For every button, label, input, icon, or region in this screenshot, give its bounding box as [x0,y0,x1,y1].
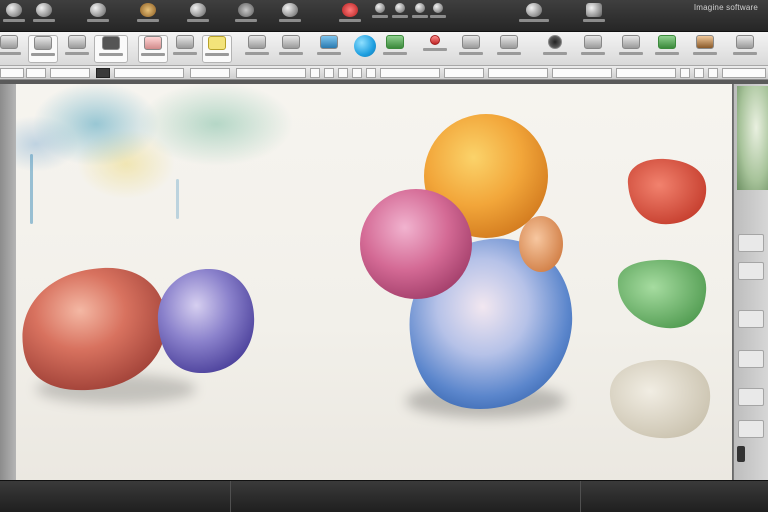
layer-item[interactable] [738,234,764,252]
layer-item[interactable] [738,310,764,328]
format-toggle-2[interactable] [324,68,334,78]
color-picker-icon[interactable] [350,35,380,63]
layer-item[interactable] [738,420,764,438]
watercolor-wash [16,84,316,244]
status-separator [230,481,231,512]
ribbon-tool-8-icon[interactable] [242,35,272,63]
layer-thumbnail[interactable] [737,86,768,190]
format-toggle-3[interactable] [338,68,348,78]
green-swatch [617,259,707,329]
format-field-2[interactable] [26,68,46,78]
ribbon-tool-6-icon[interactable] [170,35,200,63]
format-field-8[interactable] [444,68,484,78]
ribbon-tool-19-icon[interactable] [652,35,682,63]
format-field-12[interactable] [722,68,766,78]
format-toggle-1[interactable] [310,68,320,78]
format-field-10[interactable] [552,68,612,78]
ribbon-tool-7-icon[interactable] [202,35,232,63]
format-toggle-4[interactable] [352,68,362,78]
ribbon-tool-3-icon[interactable] [62,35,92,63]
top-toolbar: Imagine software [0,0,768,32]
layer-item[interactable] [738,262,764,280]
tool-13-icon[interactable] [519,3,549,27]
ribbon-tool-21-icon[interactable] [730,35,760,63]
format-field-6[interactable] [236,68,306,78]
ribbon-tool-13-icon[interactable] [420,35,450,63]
tool-8-icon[interactable] [336,3,364,27]
ribbon-tool-5-icon[interactable] [138,35,168,63]
brand-label: Imagine software [693,3,758,12]
left-rail [0,84,16,480]
format-toggle-6[interactable] [680,68,690,78]
document-canvas[interactable] [16,84,732,480]
status-separator [580,481,581,512]
format-field-9[interactable] [488,68,548,78]
tool-1-icon[interactable] [0,3,28,27]
ribbon-tool-16-icon[interactable] [540,35,570,63]
purple-stone [157,268,255,374]
format-field-7[interactable] [380,68,440,78]
format-bar [0,66,768,80]
tool-14-icon[interactable] [580,3,608,27]
format-field-4[interactable] [114,68,184,78]
red-swatch [627,158,707,225]
ribbon-tool-4-icon[interactable] [94,35,128,63]
ribbon-tool-20-icon[interactable] [690,35,720,63]
ribbon-tool-10-icon[interactable] [314,35,344,63]
format-toggle-8[interactable] [708,68,718,78]
ribbon-tool-1-icon[interactable] [0,35,24,63]
pink-stone [360,189,472,299]
ribbon-toolbar [0,32,768,66]
tool-12-icon[interactable] [424,3,452,27]
panel-scrollbar[interactable] [737,446,745,462]
layer-item[interactable] [738,388,764,406]
brush-icon[interactable] [380,35,410,63]
ribbon-tool-2-icon[interactable] [28,35,58,63]
bold-icon[interactable] [96,68,110,78]
tool-4-icon[interactable] [134,3,162,27]
format-toggle-5[interactable] [366,68,376,78]
format-field-11[interactable] [616,68,676,78]
format-toggle-7[interactable] [694,68,704,78]
ribbon-tool-15-icon[interactable] [494,35,524,63]
format-field-3[interactable] [50,68,90,78]
format-field-5[interactable] [190,68,230,78]
ribbon-tool-14-icon[interactable] [456,35,486,63]
tool-3-icon[interactable] [84,3,112,27]
layers-icon[interactable] [733,84,768,480]
paint-drip [30,154,33,224]
beige-swatch [609,359,711,439]
paint-drip [176,179,179,219]
layer-item[interactable] [738,350,764,368]
ribbon-tool-17-icon[interactable] [578,35,608,63]
ribbon-tool-18-icon[interactable] [616,35,646,63]
status-bar [0,480,768,512]
ribbon-tool-9-icon[interactable] [276,35,306,63]
format-field-1[interactable] [0,68,24,78]
tool-5-icon[interactable] [184,3,212,27]
tool-7-icon[interactable] [276,3,304,27]
workspace [0,84,768,480]
tool-2-icon[interactable] [30,3,58,27]
tool-6-icon[interactable] [232,3,260,27]
